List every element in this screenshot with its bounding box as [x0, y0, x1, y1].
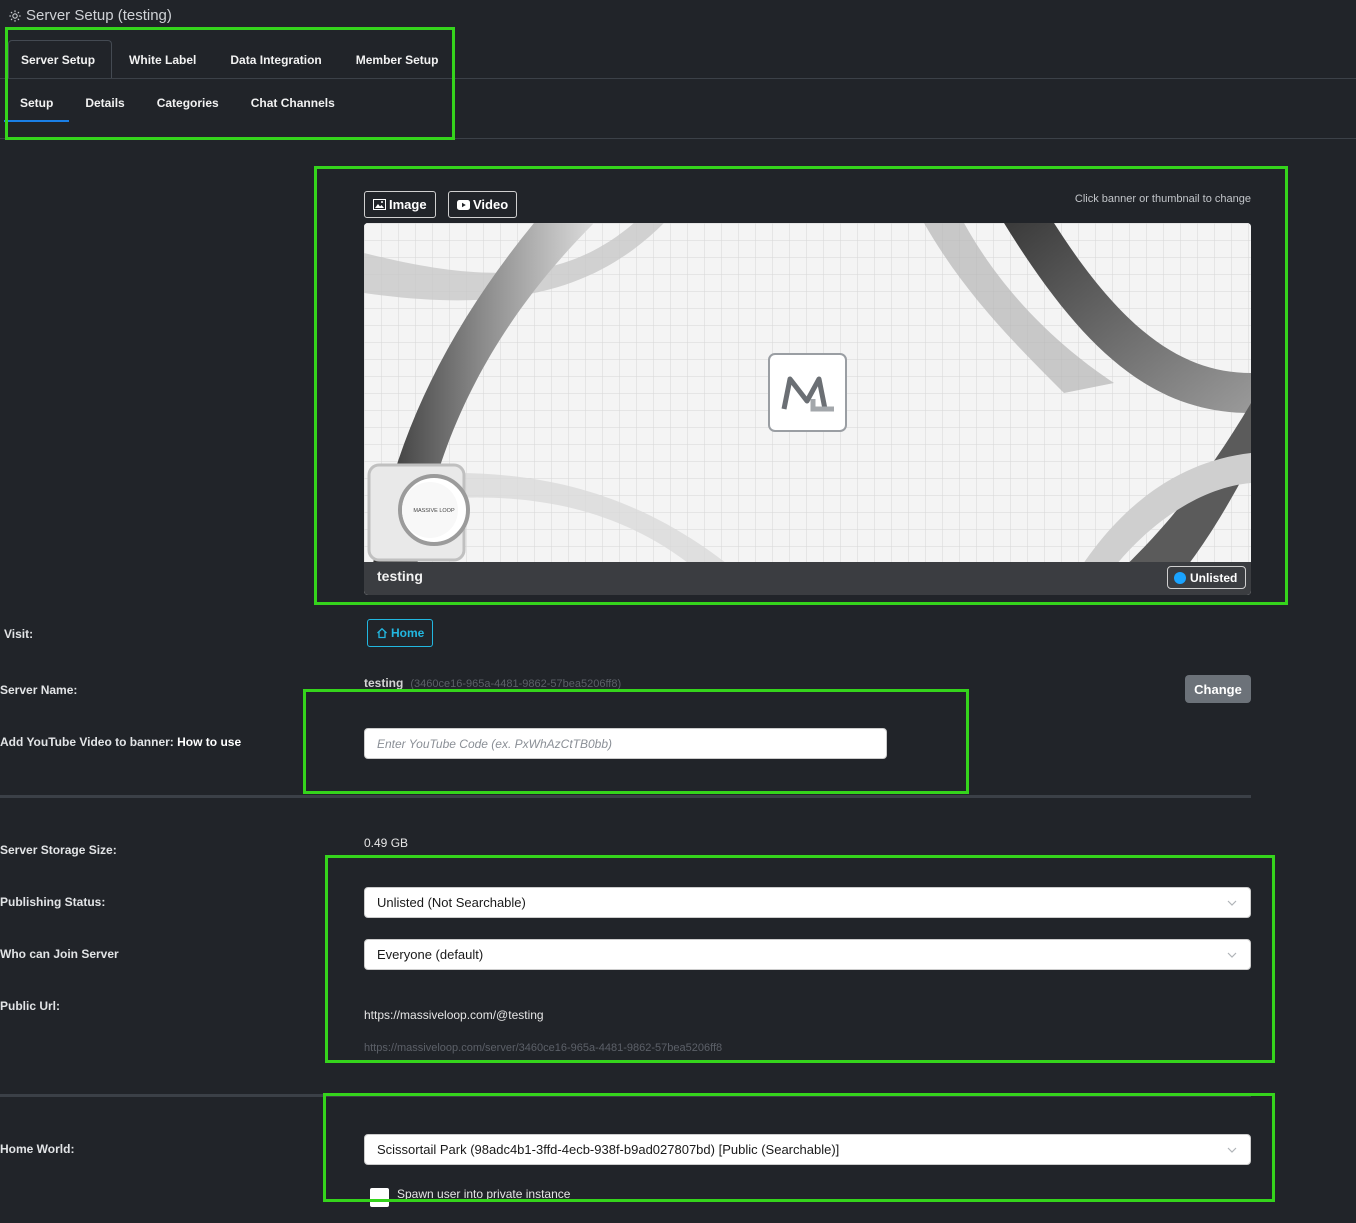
youtube-label-text: Add YouTube Video to banner:	[0, 735, 174, 749]
highlight-box-home-world	[323, 1093, 1275, 1202]
page-title: Server Setup (testing)	[8, 7, 172, 24]
highlight-box-banner	[314, 166, 1288, 605]
section-divider	[0, 795, 1251, 798]
server-name-text: testing	[364, 676, 404, 690]
home-button[interactable]: Home	[367, 619, 434, 647]
server-name-value: testing (3460ce16-965a-4481-9862-57bea520…	[364, 676, 621, 690]
highlight-box-tabs	[5, 27, 455, 140]
public-url-label: Public Url:	[0, 999, 61, 1013]
highlight-box-publishing	[325, 855, 1275, 1063]
visit-label: Visit:	[4, 627, 34, 641]
page-title-text: Server Setup (testing)	[26, 7, 172, 24]
highlight-box-youtube	[303, 689, 969, 794]
publishing-label: Publishing Status:	[0, 895, 106, 909]
join-label: Who can Join Server	[0, 947, 119, 961]
home-button-label: Home	[391, 626, 425, 640]
storage-value: 0.49 GB	[364, 836, 409, 850]
youtube-label: Add YouTube Video to banner: How to use	[0, 735, 241, 749]
home-icon	[377, 627, 387, 639]
server-name-label: Server Name:	[0, 683, 78, 697]
how-to-use-link[interactable]: How to use	[177, 735, 241, 749]
storage-label: Server Storage Size:	[0, 843, 117, 857]
gear-icon	[9, 9, 21, 22]
change-name-button[interactable]: Change	[1185, 675, 1251, 703]
home-world-label: Home World:	[0, 1142, 75, 1156]
